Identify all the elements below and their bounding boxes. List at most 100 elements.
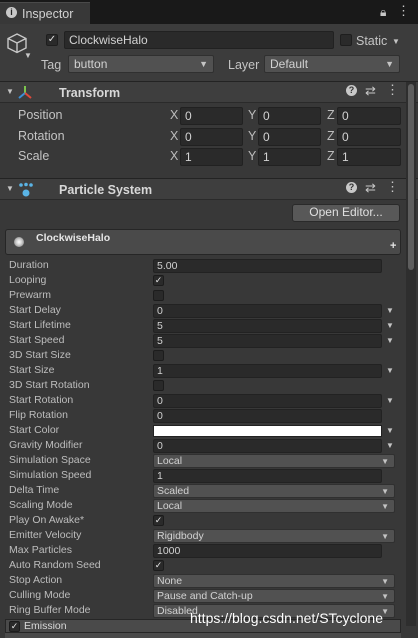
curve-mode-arrow-icon[interactable]: ▼ bbox=[386, 306, 394, 315]
shape-module-header[interactable] bbox=[5, 633, 401, 638]
icon-dropdown-arrow[interactable]: ▼ bbox=[24, 51, 32, 60]
axis-label-y[interactable]: Y bbox=[248, 129, 256, 143]
open-editor-button[interactable]: Open Editor... bbox=[292, 204, 400, 222]
emission-checkbox[interactable]: ✓ bbox=[9, 621, 20, 632]
gravity-modifier-field[interactable]: 0 bbox=[153, 439, 382, 453]
presets-icon[interactable]: ⇄ bbox=[365, 83, 376, 99]
chevron-down-icon: ▼ bbox=[381, 487, 389, 496]
particle-system-header[interactable]: ▼ Particle System ? ⇄ ⋮ bbox=[0, 178, 418, 200]
transform-header[interactable]: ▼ Transform ? ⇄ ⋮ bbox=[0, 81, 418, 103]
auto-random-seed-checkbox[interactable]: ✓ bbox=[153, 560, 164, 571]
property-label: Ring Buffer Mode bbox=[9, 604, 91, 616]
help-icon[interactable]: ? bbox=[346, 182, 357, 193]
curve-mode-arrow-icon[interactable]: ▼ bbox=[386, 336, 394, 345]
property-label: Duration bbox=[9, 259, 49, 271]
property-label: Scaling Mode bbox=[9, 499, 73, 511]
duration-field[interactable]: 5.00 bbox=[153, 259, 382, 273]
foldout-arrow-icon[interactable]: ▼ bbox=[6, 184, 14, 193]
culling-mode-dropdown[interactable]: Pause and Catch-up ▼ bbox=[153, 589, 395, 603]
tab-inspector[interactable]: i Inspector bbox=[0, 2, 90, 24]
looping-checkbox[interactable]: ✓ bbox=[153, 275, 164, 286]
add-icon[interactable]: + bbox=[390, 240, 396, 252]
simulation-speed-field[interactable]: 1 bbox=[153, 469, 382, 483]
particle-icon bbox=[19, 182, 33, 197]
max-particles-field[interactable]: 1000 bbox=[153, 544, 382, 558]
active-checkbox[interactable]: ✓ bbox=[46, 34, 58, 46]
property-label: Play On Awake* bbox=[9, 514, 85, 526]
property-label: Start Size bbox=[9, 364, 55, 376]
start-size-field[interactable]: 1 bbox=[153, 364, 382, 378]
transform-y-field[interactable]: 0 bbox=[258, 128, 321, 146]
start-color-swatch[interactable] bbox=[153, 425, 382, 437]
transform-x-field[interactable]: 0 bbox=[180, 107, 243, 125]
axis-label-z[interactable]: Z bbox=[327, 129, 335, 143]
property-label: Gravity Modifier bbox=[9, 439, 83, 451]
transform-y-field[interactable]: 1 bbox=[258, 148, 321, 166]
start-rotation-field[interactable]: 0 bbox=[153, 394, 382, 408]
transform-x-field[interactable]: 0 bbox=[180, 128, 243, 146]
module-name: ClockwiseHalo bbox=[36, 232, 111, 244]
presets-icon[interactable]: ⇄ bbox=[365, 180, 376, 196]
flip-rotation-field[interactable]: 0 bbox=[153, 409, 382, 423]
emitter-velocity-dropdown[interactable]: Rigidbody ▼ bbox=[153, 529, 395, 543]
dropdown-value: None bbox=[157, 575, 183, 587]
stop-action-dropdown[interactable]: None ▼ bbox=[153, 574, 395, 588]
gradient-mode-arrow-icon[interactable]: ▼ bbox=[386, 426, 394, 435]
curve-mode-arrow-icon[interactable]: ▼ bbox=[386, 366, 394, 375]
tag-dropdown[interactable]: button ▼ bbox=[68, 55, 214, 73]
curve-mode-arrow-icon[interactable]: ▼ bbox=[386, 321, 394, 330]
transform-row-label: Rotation bbox=[18, 129, 65, 143]
static-checkbox[interactable] bbox=[340, 34, 352, 46]
menu-icon[interactable]: ⋮ bbox=[397, 3, 410, 19]
start-speed-field[interactable]: 5 bbox=[153, 334, 382, 348]
3d-start-size-checkbox[interactable] bbox=[153, 350, 164, 361]
start-delay-field[interactable]: 0 bbox=[153, 304, 382, 318]
axis-label-y[interactable]: Y bbox=[248, 108, 256, 122]
module-header[interactable]: ClockwiseHalo + bbox=[5, 229, 401, 255]
property-label: Simulation Space bbox=[9, 454, 91, 466]
scrollbar-thumb[interactable] bbox=[408, 84, 414, 270]
property-label: Delta Time bbox=[9, 484, 60, 496]
3d-start-rotation-checkbox[interactable] bbox=[153, 380, 164, 391]
object-name-field[interactable]: ClockwiseHalo bbox=[64, 31, 334, 49]
module-icon bbox=[14, 237, 24, 247]
property-label: Emitter Velocity bbox=[9, 529, 82, 541]
property-label: 3D Start Rotation bbox=[9, 379, 90, 391]
start-lifetime-field[interactable]: 5 bbox=[153, 319, 382, 333]
chevron-down-icon: ▼ bbox=[381, 457, 389, 466]
transform-x-field[interactable]: 1 bbox=[180, 148, 243, 166]
transform-z-field[interactable]: 1 bbox=[337, 148, 401, 166]
watermark-text: https://blog.csdn.net/STcyclone bbox=[190, 610, 383, 626]
axis-label-x[interactable]: X bbox=[170, 108, 178, 122]
axis-label-x[interactable]: X bbox=[170, 129, 178, 143]
transform-z-field[interactable]: 0 bbox=[337, 128, 401, 146]
foldout-arrow-icon[interactable]: ▼ bbox=[6, 87, 14, 96]
layer-label: Layer bbox=[228, 58, 260, 72]
delta-time-dropdown[interactable]: Scaled ▼ bbox=[153, 484, 395, 498]
transform-z-field[interactable]: 0 bbox=[337, 107, 401, 125]
curve-mode-arrow-icon[interactable]: ▼ bbox=[386, 441, 394, 450]
static-dropdown-arrow[interactable]: ▼ bbox=[392, 37, 400, 46]
transform-y-field[interactable]: 0 bbox=[258, 107, 321, 125]
axis-label-z[interactable]: Z bbox=[327, 149, 335, 163]
dropdown-value: Local bbox=[157, 500, 183, 512]
transform-row-label: Scale bbox=[18, 149, 50, 163]
curve-mode-arrow-icon[interactable]: ▼ bbox=[386, 396, 394, 405]
simulation-space-dropdown[interactable]: Local ▼ bbox=[153, 454, 395, 468]
axis-label-y[interactable]: Y bbox=[248, 149, 256, 163]
play-on-awake-checkbox[interactable]: ✓ bbox=[153, 515, 164, 526]
component-menu-icon[interactable]: ⋮ bbox=[386, 179, 399, 195]
axis-label-x[interactable]: X bbox=[170, 149, 178, 163]
property-label: Simulation Speed bbox=[9, 469, 92, 481]
tag-value: button bbox=[74, 57, 108, 71]
scaling-mode-dropdown[interactable]: Local ▼ bbox=[153, 499, 395, 513]
info-icon: i bbox=[6, 7, 17, 18]
component-menu-icon[interactable]: ⋮ bbox=[386, 82, 399, 98]
help-icon[interactable]: ? bbox=[346, 85, 357, 96]
lock-icon[interactable]: 🔒︎ bbox=[380, 5, 386, 20]
static-label[interactable]: Static bbox=[356, 34, 387, 48]
layer-dropdown[interactable]: Default ▼ bbox=[264, 55, 400, 73]
property-label: Max Particles bbox=[9, 544, 73, 556]
prewarm-checkbox[interactable] bbox=[153, 290, 164, 301]
axis-label-z[interactable]: Z bbox=[327, 108, 335, 122]
